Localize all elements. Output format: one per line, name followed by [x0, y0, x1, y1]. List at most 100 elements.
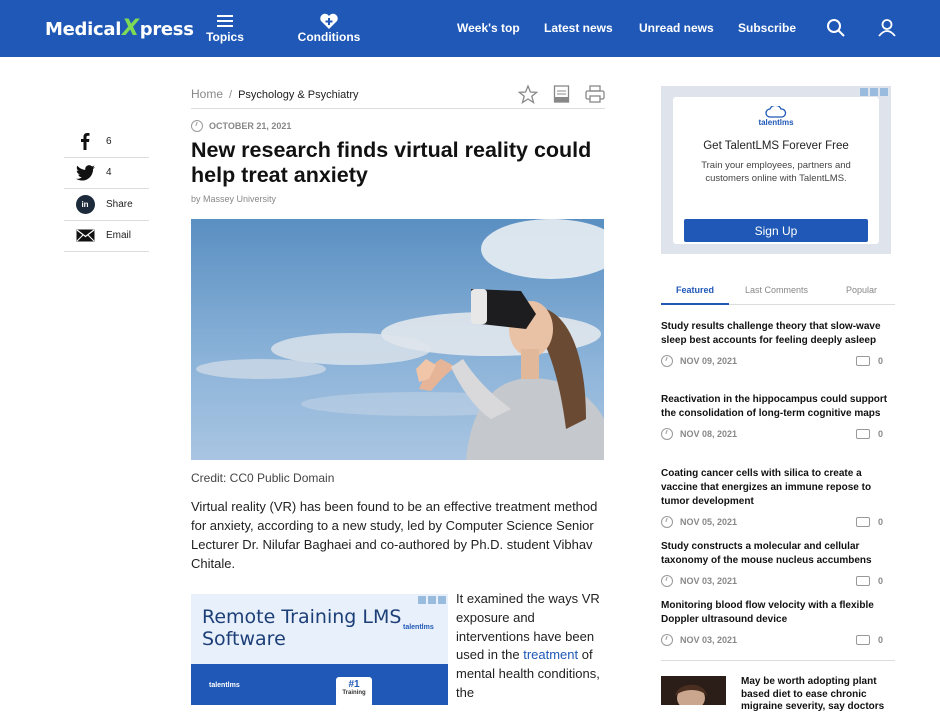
- next-story-title[interactable]: May be worth adopting plant based diet t…: [741, 676, 896, 714]
- inline-ad-brand-bottom: talentlms: [209, 682, 240, 689]
- ad-choices-icon[interactable]: [418, 596, 446, 604]
- logo-text-left: Medical: [45, 19, 122, 40]
- article-tools: [517, 84, 605, 107]
- subscribe-link[interactable]: Subscribe: [738, 21, 796, 35]
- share-facebook[interactable]: 6: [64, 126, 149, 158]
- tab-last-comments[interactable]: Last Comments: [745, 285, 808, 295]
- news-item[interactable]: Coating cancer cells with silica to crea…: [661, 467, 895, 529]
- news-item[interactable]: Reactivation in the hippocampus could su…: [661, 393, 895, 441]
- user-icon[interactable]: [877, 18, 897, 38]
- sidebar-ad-title: Get TalentLMS Forever Free: [703, 140, 849, 152]
- comment-icon: [855, 517, 870, 527]
- clock-icon: [661, 516, 673, 528]
- inline-ad-brand-top: talentlms: [403, 624, 434, 631]
- sidebar-ad-card: talentlms Get TalentLMS Forever Free Tra…: [673, 97, 879, 244]
- news-item[interactable]: Study results challenge theory that slow…: [661, 320, 895, 368]
- logo-text-right: press: [139, 19, 194, 40]
- conditions-label: Conditions: [297, 30, 361, 44]
- article-date: OCTOBER 21, 2021: [191, 120, 291, 132]
- heart-plus-icon: [296, 12, 362, 30]
- active-tab-indicator: [661, 303, 729, 305]
- article-lead-paragraph: Virtual reality (VR) has been found to b…: [191, 499, 598, 571]
- share-linkedin[interactable]: in Share: [64, 189, 149, 221]
- email-label: Email: [106, 230, 132, 242]
- news-date: NOV 09, 2021: [680, 356, 738, 366]
- pdf-icon[interactable]: [553, 85, 570, 107]
- comment-count: 0: [877, 356, 883, 366]
- comment-icon: [855, 429, 870, 439]
- share-bar: 6 4 in Share Email: [64, 126, 149, 252]
- comment-count: 0: [877, 576, 883, 586]
- tab-popular[interactable]: Popular: [846, 285, 877, 295]
- comment-icon: [855, 356, 870, 366]
- news-title[interactable]: Study results challenge theory that slow…: [661, 320, 895, 348]
- linkedin-icon: in: [64, 194, 106, 214]
- clock-icon: [661, 634, 673, 646]
- news-item[interactable]: Study constructs a molecular and cellula…: [661, 540, 895, 588]
- image-credit: Credit: CC0 Public Domain: [191, 471, 335, 485]
- sidebar-ad-text: Train your employees, partners and custo…: [701, 160, 851, 184]
- treatment-link[interactable]: treatment: [523, 647, 578, 662]
- logo-x: X: [122, 16, 139, 41]
- tab-featured[interactable]: Featured: [676, 285, 714, 295]
- topics-label: Topics: [206, 30, 244, 44]
- cloud-logo-icon: [765, 104, 787, 123]
- news-date: NOV 03, 2021: [680, 635, 738, 645]
- site-header: MedicalXpress Topics Conditions Week's t…: [0, 0, 940, 57]
- breadcrumb-category[interactable]: Psychology & Psychiatry: [238, 89, 358, 101]
- inline-advertisement[interactable]: Remote Training LMS Software talentlms t…: [191, 594, 448, 705]
- ad-choices-icon[interactable]: [860, 88, 888, 96]
- latest-news-link[interactable]: Latest news: [544, 21, 613, 35]
- news-title[interactable]: Reactivation in the hippocampus could su…: [661, 393, 895, 421]
- linkedin-label: Share: [106, 198, 133, 210]
- facebook-icon: [64, 132, 106, 151]
- clock-icon: [661, 428, 673, 440]
- sidebar-tabs: Featured Last Comments Popular: [661, 284, 895, 305]
- share-email[interactable]: Email: [64, 221, 149, 252]
- news-date: NOV 05, 2021: [680, 517, 738, 527]
- news-date: NOV 03, 2021: [680, 576, 738, 586]
- news-date: NOV 08, 2021: [680, 429, 738, 439]
- conditions-button[interactable]: Conditions: [296, 12, 362, 44]
- article-body-paragraph: It examined the ways VR exposure and int…: [456, 590, 606, 703]
- news-title[interactable]: Monitoring blood flow velocity with a fl…: [661, 599, 895, 627]
- unread-news-link[interactable]: Unread news: [639, 21, 714, 35]
- article-hero-image: [191, 219, 604, 460]
- clock-icon: [661, 355, 673, 367]
- sidebar-advertisement[interactable]: talentlms Get TalentLMS Forever Free Tra…: [661, 86, 891, 254]
- sign-up-button[interactable]: Sign Up: [684, 219, 868, 242]
- print-icon[interactable]: [585, 85, 605, 107]
- breadcrumb-separator: /: [229, 89, 233, 101]
- badge-number: #1: [348, 679, 360, 690]
- news-item[interactable]: Monitoring blood flow velocity with a fl…: [661, 599, 895, 647]
- comment-count: 0: [877, 517, 883, 527]
- search-icon[interactable]: [826, 18, 846, 38]
- clock-icon: [661, 575, 673, 587]
- linkedin-glyph: in: [75, 194, 95, 214]
- divider: [661, 660, 895, 661]
- inline-ad-badge: #1 Training: [336, 677, 372, 705]
- article-date-text: OCTOBER 21, 2021: [209, 121, 292, 131]
- comment-count: 0: [877, 635, 883, 645]
- site-logo[interactable]: MedicalXpress: [45, 16, 194, 41]
- twitter-icon: [64, 164, 106, 181]
- article-byline: by Massey University: [191, 194, 277, 204]
- inline-ad-bottom-bar: talentlms: [191, 664, 448, 705]
- badge-sub: Training: [342, 690, 366, 696]
- menu-icon: [204, 12, 246, 30]
- news-title[interactable]: Coating cancer cells with silica to crea…: [661, 467, 895, 509]
- comment-icon: [855, 635, 870, 645]
- topics-button[interactable]: Topics: [204, 12, 246, 44]
- facebook-count: 6: [106, 135, 112, 147]
- share-twitter[interactable]: 4: [64, 158, 149, 189]
- twitter-count: 4: [106, 167, 112, 179]
- weeks-top-link[interactable]: Week's top: [457, 21, 520, 35]
- comment-count: 0: [877, 429, 883, 439]
- next-story-thumbnail[interactable]: [661, 676, 726, 705]
- comment-icon: [855, 576, 870, 586]
- breadcrumb-home[interactable]: Home: [191, 87, 223, 101]
- breadcrumb: Home / Psychology & Psychiatry: [191, 84, 605, 109]
- news-title[interactable]: Study constructs a molecular and cellula…: [661, 540, 895, 568]
- clock-icon: [191, 120, 203, 132]
- bookmark-star-icon[interactable]: [517, 84, 539, 107]
